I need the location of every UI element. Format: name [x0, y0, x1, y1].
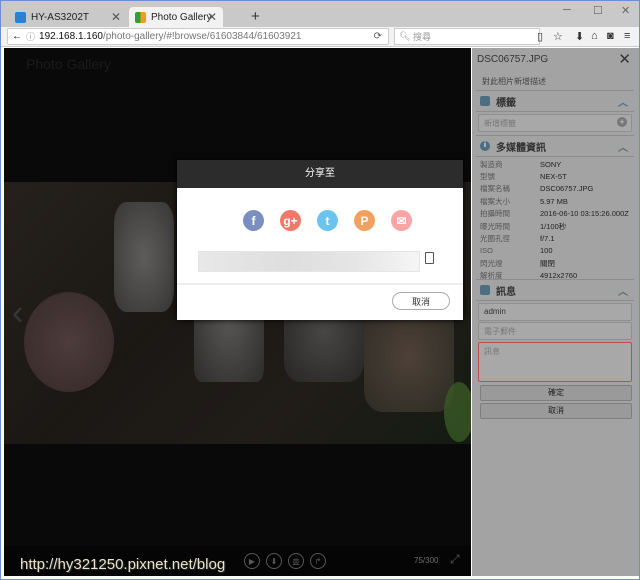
info-value: f/7.1 — [540, 234, 555, 244]
search-icon: 🔍︎ — [399, 31, 411, 41]
bookmark-star-icon[interactable]: ☆ — [553, 30, 563, 43]
info-key: 拍攝時間 — [480, 209, 510, 219]
info-key: ISO — [480, 246, 493, 256]
media-info-section-header[interactable]: i 多媒體資訊 ︿ — [476, 135, 634, 157]
info-value: 5.97 MB — [540, 196, 568, 206]
menu-icon[interactable]: ≡ — [624, 30, 630, 42]
tab-hy-as3202t[interactable]: HY-AS3202T ✕ — [9, 7, 127, 27]
search-placeholder: 搜尋 — [412, 32, 431, 42]
info-sidebar: DSC06757.JPG ✕ 對此相片新增描述 標籤 ︿ 新增標籤 + i 多媒體資訊… — [472, 48, 639, 576]
description-input[interactable]: 對此相片新增描述 — [482, 76, 546, 87]
info-key: 型號 — [480, 172, 495, 182]
media-info-row: ISO 100 — [480, 245, 635, 257]
add-icon[interactable]: + — [617, 117, 627, 127]
cancel-button[interactable]: 取消 — [480, 403, 632, 419]
pixnet-icon[interactable]: P — [354, 210, 375, 231]
add-tag-input[interactable]: 新增標籤 + — [478, 114, 632, 132]
info-value: NEX-5T — [540, 172, 567, 182]
close-tab-icon[interactable]: ✕ — [111, 10, 121, 24]
reload-icon[interactable]: ⟳ — [374, 31, 382, 42]
info-value: 100 — [540, 246, 553, 256]
twitter-icon[interactable]: t — [317, 210, 338, 231]
close-tab-icon[interactable]: ✕ — [207, 10, 217, 24]
photo-gallery-favicon-icon — [135, 11, 146, 23]
download-icon[interactable]: ⬇ — [575, 30, 584, 43]
info-key: 光圈孔徑 — [480, 234, 510, 244]
message-textarea[interactable]: 訊息 — [478, 342, 632, 382]
address-bar[interactable]: ← ⓘ 192.168.1.160/photo-gallery/#!browse… — [7, 28, 389, 45]
back-icon[interactable]: ← — [12, 31, 22, 42]
info-value: SONY — [540, 159, 562, 169]
media-info-row: 檔案大小 5.97 MB — [480, 195, 635, 207]
home-icon[interactable]: ⌂ — [591, 30, 598, 42]
nav-bar: ← ⓘ 192.168.1.160/photo-gallery/#!browse… — [1, 27, 639, 47]
info-key: 檔案大小 — [480, 196, 510, 206]
chevron-up-icon[interactable]: ︿ — [618, 283, 628, 298]
media-info-row: 拍攝時間 2016-06-10 03:15:26.000Z — [480, 208, 635, 220]
media-info-row: 製造商 SONY — [480, 158, 635, 170]
maximize-button[interactable]: ☐ — [593, 4, 603, 17]
chevron-up-icon[interactable]: ︿ — [618, 94, 628, 109]
close-icon[interactable]: ✕ — [618, 50, 631, 68]
clipboard-icon[interactable] — [425, 252, 434, 264]
tab-photo-gallery[interactable]: Photo Gallery ✕ — [129, 7, 223, 27]
url-host: 192.168.1.160 — [39, 31, 103, 42]
info-key: 檔案名稱 — [480, 184, 510, 194]
share-dialog-title: 分享至 — [177, 160, 463, 188]
name-input[interactable]: admin — [478, 303, 632, 321]
info-key: 曝光時間 — [480, 221, 510, 231]
message-icon — [480, 285, 490, 295]
media-info-row: 光圈孔徑 f/7.1 — [480, 232, 635, 244]
section-title: 多媒體資訊 — [496, 142, 546, 154]
pocket-icon[interactable]: ◙ — [607, 30, 614, 42]
tags-section-header[interactable]: 標籤 ︿ — [476, 90, 634, 112]
email-icon[interactable]: ✉ — [391, 210, 412, 231]
info-value: 1/100秒 — [540, 221, 567, 231]
url-path: /photo-gallery/#!browse/61603844/6160392… — [102, 31, 302, 42]
info-value: 關閉 — [540, 258, 555, 268]
reading-list-icon[interactable]: ▯ — [537, 30, 543, 43]
close-window-button[interactable]: ✕ — [621, 4, 630, 17]
file-name: DSC06757.JPG — [477, 54, 549, 65]
facebook-icon[interactable]: f — [243, 210, 264, 231]
info-key: 製造商 — [480, 159, 503, 169]
tab-label: Photo Gallery — [151, 11, 212, 23]
share-dialog: 分享至 f g+ t P ✉ 取消 — [177, 160, 463, 320]
media-info-row: 閃光燈 關閉 — [480, 257, 635, 269]
minimize-button[interactable]: ─ — [563, 4, 571, 16]
section-title: 訊息 — [496, 286, 516, 298]
media-info-row: 曝光時間 1/100秒 — [480, 220, 635, 232]
divider — [177, 283, 463, 285]
media-info-table: 製造商 SONY 型號 NEX-5T 檔案名稱 DSC06757.JPG 檔案大小 5.97 … — [480, 158, 635, 282]
search-input[interactable]: 🔍︎ 搜尋 — [394, 28, 540, 45]
message-section-header[interactable]: 訊息 ︿ — [476, 279, 634, 301]
tab-bar: HY-AS3202T ✕ Photo Gallery ✕ + ─ ☐ ✕ — [1, 1, 639, 27]
tab-label: HY-AS3202T — [31, 11, 89, 23]
info-key: 閃光燈 — [480, 258, 503, 268]
google-plus-icon[interactable]: g+ — [280, 210, 301, 231]
info-value: 2016-06-10 03:15:26.000Z — [540, 209, 629, 219]
email-input[interactable]: 電子郵件 — [478, 322, 632, 340]
info-value: DSC06757.JPG — [540, 184, 594, 194]
asustor-favicon-icon — [15, 11, 26, 23]
media-info-row: 型號 NEX-5T — [480, 170, 635, 182]
share-link-field[interactable] — [198, 251, 420, 272]
watermark-text: http://hy321250.pixnet.net/blog — [20, 556, 226, 573]
section-title: 標籤 — [496, 97, 516, 109]
cancel-button[interactable]: 取消 — [392, 292, 450, 310]
placeholder: 新增標籤 — [484, 119, 516, 128]
confirm-button[interactable]: 確定 — [480, 385, 632, 401]
media-info-row: 檔案名稱 DSC06757.JPG — [480, 183, 635, 195]
info-icon: i — [480, 141, 490, 151]
new-tab-button[interactable]: + — [251, 8, 260, 25]
tag-icon — [480, 96, 490, 106]
chevron-up-icon[interactable]: ︿ — [618, 139, 628, 154]
info-icon[interactable]: ⓘ — [26, 30, 35, 43]
